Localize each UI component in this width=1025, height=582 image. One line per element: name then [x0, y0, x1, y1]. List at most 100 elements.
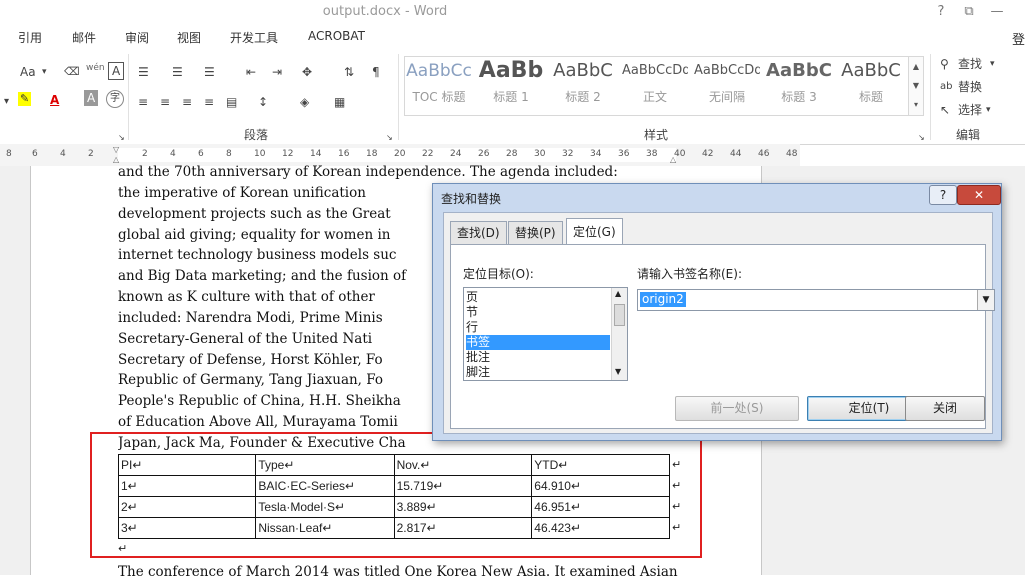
- font-color-button[interactable]: A: [50, 90, 59, 110]
- ribbon-display-icon[interactable]: ⧉: [956, 2, 982, 22]
- tab-view[interactable]: 视图: [177, 29, 201, 46]
- dialog-close-button[interactable]: ✕: [957, 185, 1001, 205]
- ruler-tick: 6: [198, 149, 204, 159]
- style-normal[interactable]: AaBbCcDd 正文: [622, 56, 688, 112]
- styles-scroll[interactable]: ▲ ▼ ▾: [908, 56, 924, 116]
- goto-target-list[interactable]: 页 节 行 书签 批注 脚注 ▲ ▼: [463, 287, 628, 381]
- list-item[interactable]: 行: [466, 320, 610, 335]
- numbering-icon[interactable]: ☰: [172, 62, 183, 82]
- justify-icon[interactable]: ≡: [204, 92, 214, 112]
- decrease-indent-icon[interactable]: ⇤: [246, 62, 256, 82]
- asian-layout-icon[interactable]: ✥: [302, 62, 312, 82]
- ruler-tick: 20: [394, 149, 406, 159]
- tab-goto[interactable]: 定位(G): [566, 218, 623, 245]
- shading-icon[interactable]: ◈: [300, 92, 309, 112]
- bookmark-name-value: origin2: [640, 292, 686, 307]
- ruler-tick: 2: [142, 149, 148, 159]
- dialog-help-button[interactable]: ?: [929, 185, 957, 205]
- ruler-tick: 34: [590, 149, 602, 159]
- pinyin-guide-button[interactable]: wén: [86, 58, 105, 78]
- tab-replace[interactable]: 替换(P): [508, 221, 563, 244]
- list-scrollbar[interactable]: ▲ ▼: [611, 288, 627, 380]
- paragraph-group-label: 段落: [244, 128, 269, 142]
- list-item[interactable]: 页: [466, 290, 610, 305]
- list-item[interactable]: 脚注: [466, 365, 610, 380]
- style-heading-2[interactable]: AaBbC 标题 2: [550, 56, 616, 112]
- list-item[interactable]: 批注: [466, 350, 610, 365]
- tab-mailings[interactable]: 邮件: [72, 29, 96, 46]
- style-sample: AaBbC: [766, 60, 832, 81]
- editing-group-label: 编辑: [956, 128, 981, 142]
- ruler-tick: 44: [730, 149, 742, 159]
- sort-icon[interactable]: ⇅: [344, 62, 354, 82]
- help-button[interactable]: ?: [928, 2, 954, 22]
- ruler-tick: 36: [618, 149, 630, 159]
- align-left-icon[interactable]: ≡: [138, 92, 148, 112]
- close-button[interactable]: 关闭: [905, 396, 985, 421]
- change-case-button[interactable]: Aa: [20, 62, 36, 82]
- ruler-tick: 16: [338, 149, 350, 159]
- dialog-title: 查找和替换: [441, 192, 502, 206]
- char-shading-button[interactable]: A: [84, 90, 99, 106]
- styles-dialog-launcher-icon[interactable]: ↘: [918, 128, 925, 148]
- align-center-icon[interactable]: ≡: [160, 92, 170, 112]
- group-divider: [398, 54, 399, 140]
- align-right-icon[interactable]: ≡: [182, 92, 192, 112]
- find-icon: ⚲: [940, 57, 949, 71]
- scroll-thumb[interactable]: [614, 304, 625, 326]
- list-item-selected[interactable]: 书签: [466, 335, 610, 350]
- doc-line: and the 70th anniversary of Korean indep…: [118, 164, 618, 180]
- tab-references[interactable]: 引用: [18, 29, 42, 46]
- style-name: 标题 3: [781, 90, 817, 104]
- style-heading-3[interactable]: AaBbC 标题 3: [766, 56, 832, 112]
- style-no-spacing[interactable]: AaBbCcDd 无间隔: [694, 56, 760, 112]
- line-spacing-icon[interactable]: ↕: [258, 92, 268, 112]
- multilevel-list-icon[interactable]: ☰: [204, 62, 215, 82]
- ruler-tick: 26: [478, 149, 490, 159]
- previous-button[interactable]: 前一处(S): [675, 396, 799, 421]
- borders-icon[interactable]: ▦: [334, 92, 345, 112]
- tab-review[interactable]: 审阅: [125, 29, 149, 46]
- minimize-button[interactable]: —: [984, 2, 1010, 22]
- distribute-icon[interactable]: ▤: [226, 92, 237, 112]
- list-item[interactable]: 节: [466, 305, 610, 320]
- bullets-icon[interactable]: ☰: [138, 62, 149, 82]
- scroll-up-icon[interactable]: ▲: [615, 289, 621, 298]
- scroll-down-icon[interactable]: ▼: [615, 367, 621, 376]
- tab-find[interactable]: 查找(D): [450, 221, 507, 244]
- clear-format-icon[interactable]: ⌫: [64, 62, 80, 82]
- ruler-tick: 42: [702, 149, 714, 159]
- replace-button[interactable]: 替换: [958, 77, 982, 97]
- increase-indent-icon[interactable]: ⇥: [272, 62, 282, 82]
- select-button[interactable]: 选择: [958, 100, 982, 120]
- ruler-tick: 14: [310, 149, 322, 159]
- tab-developer[interactable]: 开发工具: [230, 29, 278, 46]
- tab-acrobat[interactable]: ACROBAT: [308, 29, 365, 43]
- sign-in-link[interactable]: 登: [1012, 29, 1025, 48]
- style-sample: AaBbC: [841, 60, 901, 81]
- enclose-char-button[interactable]: 字: [106, 90, 124, 108]
- ruler-tick: 48: [786, 149, 798, 159]
- ruler-tick: 8: [226, 149, 232, 159]
- ruler-tick: 38: [646, 149, 658, 159]
- highlight-icon[interactable]: ✎: [18, 92, 32, 106]
- show-marks-icon[interactable]: ¶: [372, 62, 380, 82]
- style-sample: AaBbC: [553, 60, 613, 81]
- highlight-arrow-icon: ▾: [4, 96, 10, 107]
- char-border-button[interactable]: A: [108, 62, 125, 80]
- style-toc-heading[interactable]: AaBbCc TOC 标题: [406, 56, 472, 112]
- style-name: TOC 标题: [412, 90, 466, 104]
- style-heading-1[interactable]: AaBb 标题 1: [478, 56, 544, 112]
- bookmark-name-combobox[interactable]: origin2 ▼: [637, 289, 995, 311]
- chevron-down-icon[interactable]: ▼: [977, 290, 994, 310]
- ruler-tick: 4: [170, 149, 176, 159]
- style-name: 标题: [858, 90, 883, 104]
- style-title[interactable]: AaBbC 标题: [838, 56, 904, 112]
- style-sample: AaBbCc: [406, 61, 472, 81]
- style-sample: AaBbCcDd: [694, 63, 760, 78]
- ruler-tick: 46: [758, 149, 770, 159]
- find-button[interactable]: 查找: [958, 54, 982, 74]
- select-icon: ↖: [940, 103, 951, 117]
- style-name: 标题 2: [565, 90, 601, 104]
- first-line-indent-marker-icon[interactable]: ▽: [113, 145, 119, 154]
